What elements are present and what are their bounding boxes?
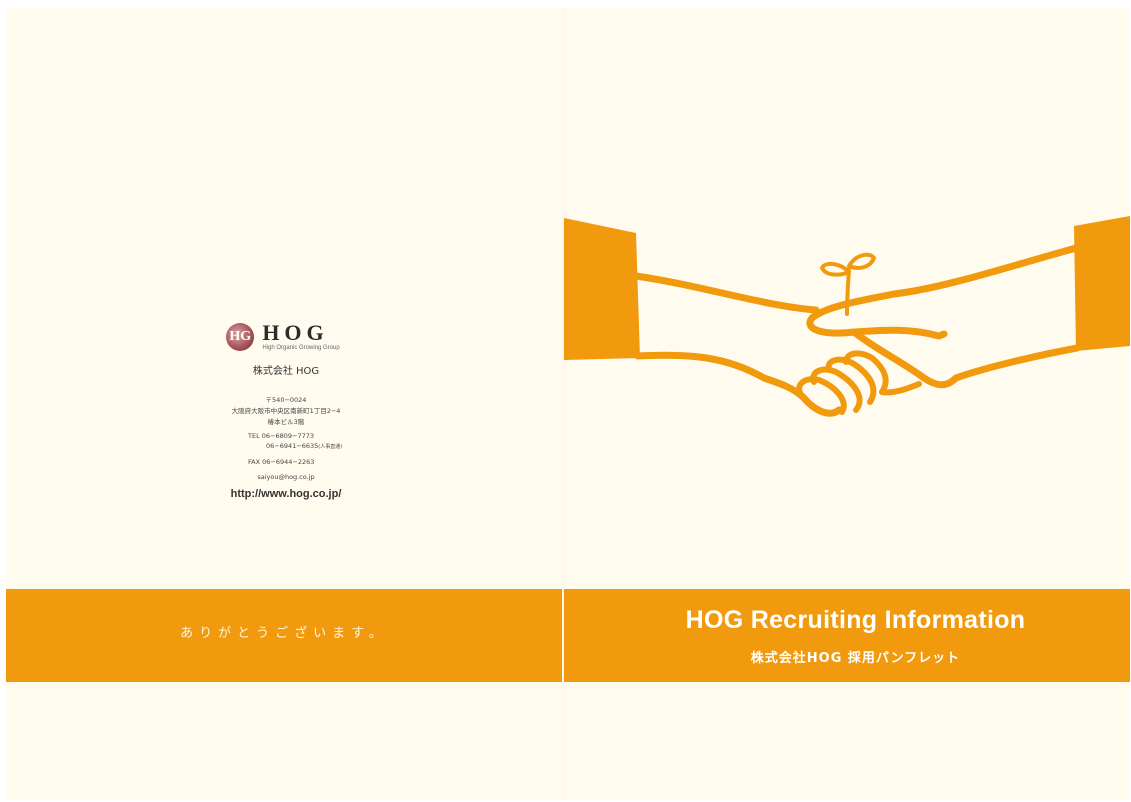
pamphlet-subtitle: 株式会社HOG 採用パンフレット	[750, 651, 961, 666]
tel-hr-line: 06−6941−6635(人事直通)	[248, 442, 386, 453]
right-sleeve-shape	[1074, 216, 1130, 351]
email[interactable]: saiyou@hog.co.jp	[186, 473, 386, 481]
address-block: 〒540−0024 大阪府大阪市中央区南新町1丁目2−4 椿本ビル3階	[186, 395, 386, 428]
sprout-stem	[845, 266, 851, 316]
address: 大阪府大阪市中央区南新町1丁目2−4	[231, 407, 341, 415]
fax-line: FAX 06−6944−2263	[186, 458, 386, 466]
contact-block: HG HOG High Organic Growing Group 株式会社 H…	[186, 320, 386, 500]
company-logo: HG HOG High Organic Growing Group	[180, 320, 386, 354]
building: 椿本ビル3階	[267, 418, 305, 426]
handshake-with-sprout-illustration	[564, 216, 1130, 417]
fax-number: 06−6944−2263	[262, 458, 315, 466]
company-name: 株式会社 HOG	[252, 366, 320, 377]
tel-hr: 06−6941−6635	[266, 441, 319, 450]
pamphlet-spread: HG HOG High Organic Growing Group 株式会社 H…	[6, 8, 1130, 800]
tel-main: 06−6809−7773	[261, 432, 315, 440]
right-hand-thumb	[806, 290, 948, 340]
phone-block: TEL 06−6809−7773 06−6941−6635(人事直通)	[186, 432, 386, 452]
left-sleeve-shape	[564, 218, 640, 360]
website-url[interactable]: http://www.hog.co.jp/	[186, 488, 386, 500]
postal-code: 〒540−0024	[265, 396, 307, 404]
right-arm-bottom-line	[952, 344, 1081, 382]
logo-text: HOG High Organic Growing Group	[262, 322, 339, 352]
sprout-leaf-left	[820, 261, 851, 277]
logo-word: HOG	[262, 320, 329, 345]
sprout-leaf-right	[847, 252, 876, 270]
back-cover-band: ありがとうございます。	[6, 589, 562, 682]
tel-main-line: TEL 06−6809−7773	[248, 432, 386, 442]
tel-label: TEL	[248, 432, 260, 440]
thanks-message: ありがとうございます。	[180, 626, 388, 641]
logo-mark-icon: HG	[226, 323, 255, 351]
left-arm-top-line	[632, 272, 820, 314]
left-arm-bottom-line	[634, 351, 768, 382]
tel-hr-note: (人事直通)	[318, 443, 343, 450]
right-arm-top-line	[890, 244, 1080, 298]
pamphlet-title: HOG Recruiting Information	[685, 606, 1026, 634]
logo-tagline: High Organic Growing Group	[262, 345, 340, 351]
fax-label: FAX	[248, 458, 261, 466]
front-cover-band: HOG Recruiting Information 株式会社HOG 採用パンフ…	[564, 589, 1130, 682]
